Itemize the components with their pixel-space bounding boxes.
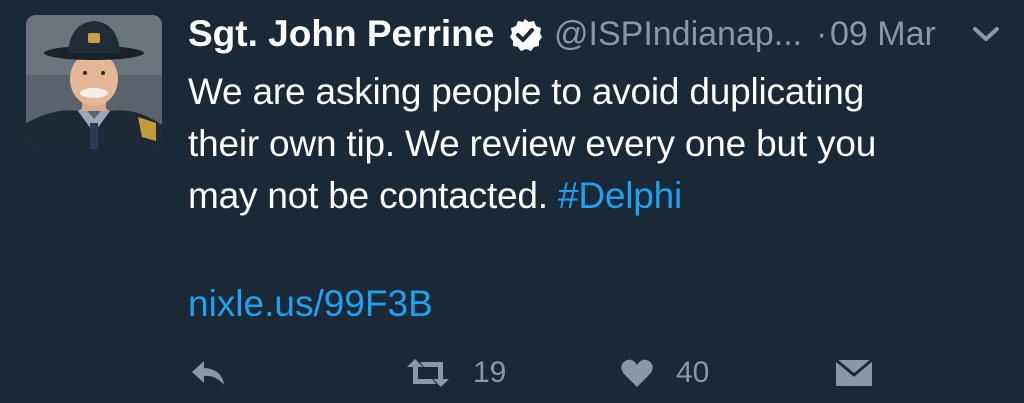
like-count: 40 <box>676 356 710 389</box>
tweet-header: Sgt. John Perrine @ISPIndianap... · 09 M… <box>188 10 1008 60</box>
tweet-text-fragment: may not be contacted. <box>188 175 548 216</box>
tweet-link[interactable]: nixle.us/99F3B <box>188 278 433 330</box>
tweet-timestamp[interactable]: 09 Mar <box>830 10 936 58</box>
author-name[interactable]: Sgt. John Perrine <box>188 10 494 58</box>
tweet-text-line: We are asking people to avoid duplicatin… <box>188 71 865 112</box>
tweet-text-line: their own tip. We review every one but y… <box>188 123 877 164</box>
hashtag-link[interactable]: #Delphi <box>558 175 682 216</box>
separator-dot: · <box>816 15 828 53</box>
like-button[interactable]: 40 <box>620 348 709 398</box>
avatar[interactable] <box>26 15 162 149</box>
verified-badge-icon <box>508 18 542 52</box>
retweet-button[interactable]: 19 <box>405 348 506 398</box>
heart-icon <box>620 358 654 388</box>
chevron-down-icon[interactable] <box>972 24 1000 46</box>
author-handle[interactable]: @ISPIndianap... <box>554 10 802 58</box>
direct-message-button[interactable] <box>835 348 873 398</box>
reply-button[interactable] <box>188 348 228 398</box>
tweet[interactable]: Sgt. John Perrine @ISPIndianap... · 09 M… <box>0 0 1024 403</box>
retweet-icon <box>405 358 451 388</box>
retweet-count: 19 <box>473 356 507 389</box>
envelope-icon <box>835 358 873 388</box>
tweet-text-line: may not be contacted. #Delphi <box>188 170 998 222</box>
reply-icon <box>188 357 228 389</box>
tweet-text: We are asking people to avoid duplicatin… <box>188 66 998 222</box>
tweet-actions: 19 40 <box>0 348 1024 398</box>
